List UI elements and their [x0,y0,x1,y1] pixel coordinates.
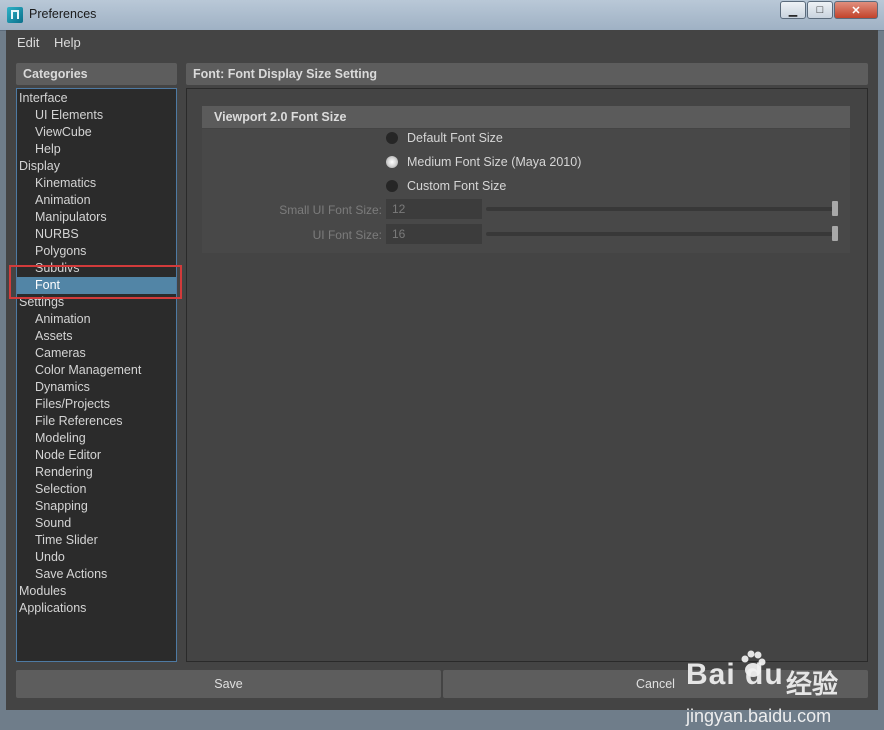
radio-label: Default Font Size [407,131,503,145]
category-item-polygons[interactable]: Polygons [17,243,176,260]
radio-medium-font-size[interactable]: Medium Font Size (Maya 2010) [386,153,581,171]
close-icon[interactable]: ✕ [834,1,878,19]
radio-label: Medium Font Size (Maya 2010) [407,155,582,169]
menu-edit[interactable]: Edit [17,35,39,50]
save-button[interactable]: Save [16,670,441,698]
category-item-cameras[interactable]: Cameras [17,345,176,362]
radio-button-icon[interactable] [386,180,398,192]
category-item-snapping[interactable]: Snapping [17,498,176,515]
small-ui-font-size-slider-handle[interactable] [832,201,838,216]
categories-list[interactable]: Interface UI Elements ViewCube Help Display K… [16,88,177,662]
category-item-file-references[interactable]: File References [17,413,176,430]
category-item-animation[interactable]: Animation [17,311,176,328]
small-ui-font-size-slider[interactable] [486,207,836,211]
settings-panel: Viewport 2.0 Font Size Default Font Size… [186,88,868,662]
category-item-nurbs[interactable]: NURBS [17,226,176,243]
small-ui-font-size-label: Small UI Font Size: [279,203,382,217]
baidu-watermark: Bai du 经验 jingyan.baidu.com [682,650,882,730]
preferences-window-body: Edit Help Categories Interface UI Element… [6,30,878,726]
category-item-time-slider[interactable]: Time Slider [17,532,176,549]
category-item-help[interactable]: Help [17,141,176,158]
category-item-dynamics[interactable]: Dynamics [17,379,176,396]
watermark-url: jingyan.baidu.com [686,706,832,726]
category-item-modules[interactable]: Modules [17,583,176,600]
minimize-icon[interactable]: ▁ [780,1,806,19]
radio-default-font-size[interactable]: Default Font Size [386,129,503,147]
radio-button-icon[interactable] [386,132,398,144]
window-title: Preferences [29,7,97,21]
small-ui-font-size-input[interactable]: 12 [386,199,482,219]
category-item-assets[interactable]: Assets [17,328,176,345]
title-bar: Preferences ▁ □ ✕ [0,0,884,31]
radio-label: Custom Font Size [407,179,507,193]
ui-font-size-slider-handle[interactable] [832,226,838,241]
category-item-save-actions[interactable]: Save Actions [17,566,176,583]
category-item-selection[interactable]: Selection [17,481,176,498]
category-item-viewcube[interactable]: ViewCube [17,124,176,141]
category-item-animation[interactable]: Animation [17,192,176,209]
category-item-modeling[interactable]: Modeling [17,430,176,447]
maximize-icon[interactable]: □ [807,1,833,19]
category-item-ui-elements[interactable]: UI Elements [17,107,176,124]
category-item-applications[interactable]: Applications [17,600,176,617]
selection-highlight-box [9,265,182,299]
group-title: Viewport 2.0 Font Size [214,110,347,124]
group-header[interactable]: Viewport 2.0 Font Size [202,106,850,128]
category-item-node-editor[interactable]: Node Editor [17,447,176,464]
ui-font-size-slider[interactable] [486,232,836,236]
radio-button-selected-icon[interactable] [386,156,398,168]
panel-title: Font: Font Display Size Setting [193,67,378,81]
watermark-brand-cn: 经验 [786,669,839,699]
panel-header: Font: Font Display Size Setting [186,63,868,85]
category-item-manipulators[interactable]: Manipulators [17,209,176,226]
window-controls: ▁ □ ✕ [780,1,878,19]
category-item-color-management[interactable]: Color Management [17,362,176,379]
category-item-kinematics[interactable]: Kinematics [17,175,176,192]
category-item-display[interactable]: Display [17,158,176,175]
category-item-interface[interactable]: Interface [17,90,176,107]
ui-font-size-label: UI Font Size: [312,228,382,242]
categories-title: Categories [23,67,88,81]
category-item-sound[interactable]: Sound [17,515,176,532]
categories-header: Categories [16,63,177,85]
watermark-brand: Bai du [686,658,784,691]
menu-bar: Edit Help [6,30,878,54]
menu-help[interactable]: Help [54,35,81,50]
radio-custom-font-size[interactable]: Custom Font Size [386,177,506,195]
category-item-files-projects[interactable]: Files/Projects [17,396,176,413]
maya-app-icon [7,7,23,23]
ui-font-size-input[interactable]: 16 [386,224,482,244]
group-body: Default Font Size Medium Font Size (Maya… [202,129,850,253]
category-item-rendering[interactable]: Rendering [17,464,176,481]
paw-icon [741,650,766,677]
category-item-undo[interactable]: Undo [17,549,176,566]
